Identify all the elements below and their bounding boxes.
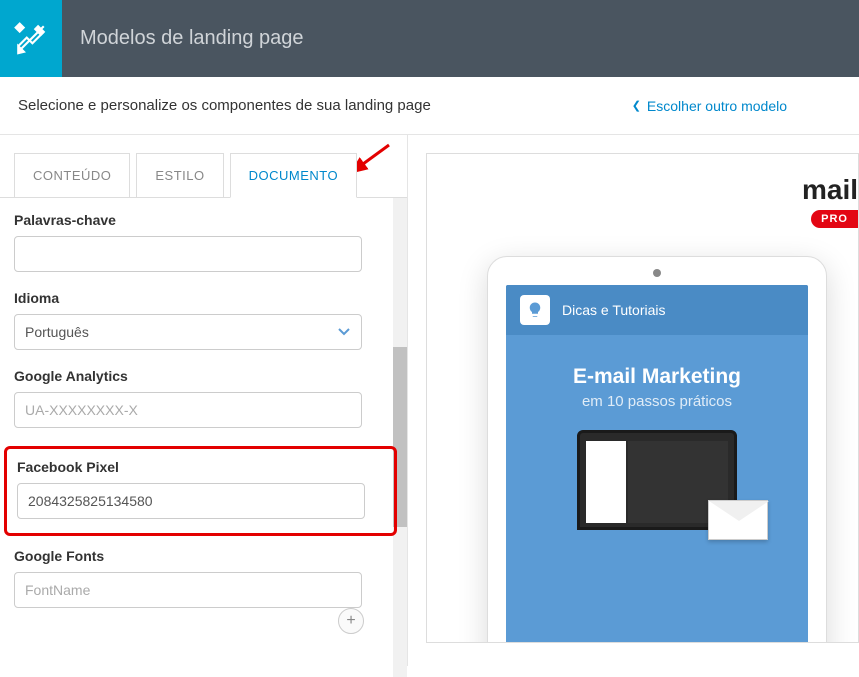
keywords-input[interactable] bbox=[14, 236, 362, 272]
brand-logo: mail PRO bbox=[802, 174, 858, 206]
analytics-input[interactable] bbox=[14, 392, 362, 428]
laptop-mockup bbox=[526, 430, 788, 530]
language-select[interactable]: Português bbox=[14, 314, 362, 350]
page-title: Modelos de landing page bbox=[80, 27, 304, 50]
analytics-group: Google Analytics bbox=[14, 368, 393, 428]
envelope-icon bbox=[708, 500, 768, 540]
tab-list: CONTEÚDO ESTILO DOCUMENTO bbox=[0, 153, 407, 198]
link-text: Escolher outro modelo bbox=[647, 98, 787, 114]
content-area: CONTEÚDO ESTILO DOCUMENTO Palavras-chave… bbox=[0, 134, 859, 666]
language-label: Idioma bbox=[14, 290, 393, 306]
keywords-group: Palavras-chave bbox=[14, 212, 393, 272]
choose-other-model-link[interactable]: ❮ Escolher outro modelo bbox=[632, 98, 787, 114]
header-tools-icon bbox=[0, 0, 62, 77]
lightbulb-icon bbox=[520, 295, 550, 325]
analytics-label: Google Analytics bbox=[14, 368, 393, 384]
facebook-pixel-highlight: Facebook Pixel bbox=[4, 446, 397, 536]
screen-header-text: Dicas e Tutoriais bbox=[562, 302, 665, 318]
screen-subtitle: em 10 passos práticos bbox=[526, 393, 788, 410]
preview-panel: mail PRO Dicas e Tutoriais E-mail Market… bbox=[426, 135, 859, 666]
screen-body: E-mail Marketing em 10 passos práticos bbox=[506, 335, 808, 560]
fonts-input[interactable] bbox=[14, 572, 362, 608]
fbpixel-label: Facebook Pixel bbox=[17, 459, 384, 475]
tab-style[interactable]: ESTILO bbox=[136, 153, 223, 198]
document-tab-content: Palavras-chave Idioma Português Google A… bbox=[0, 197, 407, 666]
tab-content[interactable]: CONTEÚDO bbox=[14, 153, 130, 198]
tablet-mockup: Dicas e Tutoriais E-mail Marketing em 10… bbox=[487, 256, 827, 643]
editor-panel: CONTEÚDO ESTILO DOCUMENTO Palavras-chave… bbox=[0, 135, 408, 666]
subheader-description: Selecione e personalize os componentes d… bbox=[18, 97, 431, 114]
preview-card: mail PRO Dicas e Tutoriais E-mail Market… bbox=[426, 153, 859, 643]
tab-document[interactable]: DOCUMENTO bbox=[230, 153, 357, 198]
logo-badge: PRO bbox=[811, 210, 858, 228]
app-header: Modelos de landing page bbox=[0, 0, 859, 77]
logo-text: mail bbox=[802, 174, 858, 205]
add-font-button[interactable]: + bbox=[338, 608, 364, 634]
fonts-label: Google Fonts bbox=[14, 548, 393, 564]
chevron-left-icon: ❮ bbox=[632, 99, 641, 112]
tablet-camera-icon bbox=[653, 269, 661, 277]
language-group: Idioma Português bbox=[14, 290, 393, 350]
fbpixel-input[interactable] bbox=[17, 483, 365, 519]
tablet-screen: Dicas e Tutoriais E-mail Marketing em 10… bbox=[506, 285, 808, 643]
keywords-label: Palavras-chave bbox=[14, 212, 393, 228]
screen-title: E-mail Marketing bbox=[526, 365, 788, 389]
subheader: Selecione e personalize os componentes d… bbox=[0, 77, 859, 134]
fonts-group: Google Fonts + bbox=[14, 548, 393, 634]
screen-header: Dicas e Tutoriais bbox=[506, 285, 808, 335]
